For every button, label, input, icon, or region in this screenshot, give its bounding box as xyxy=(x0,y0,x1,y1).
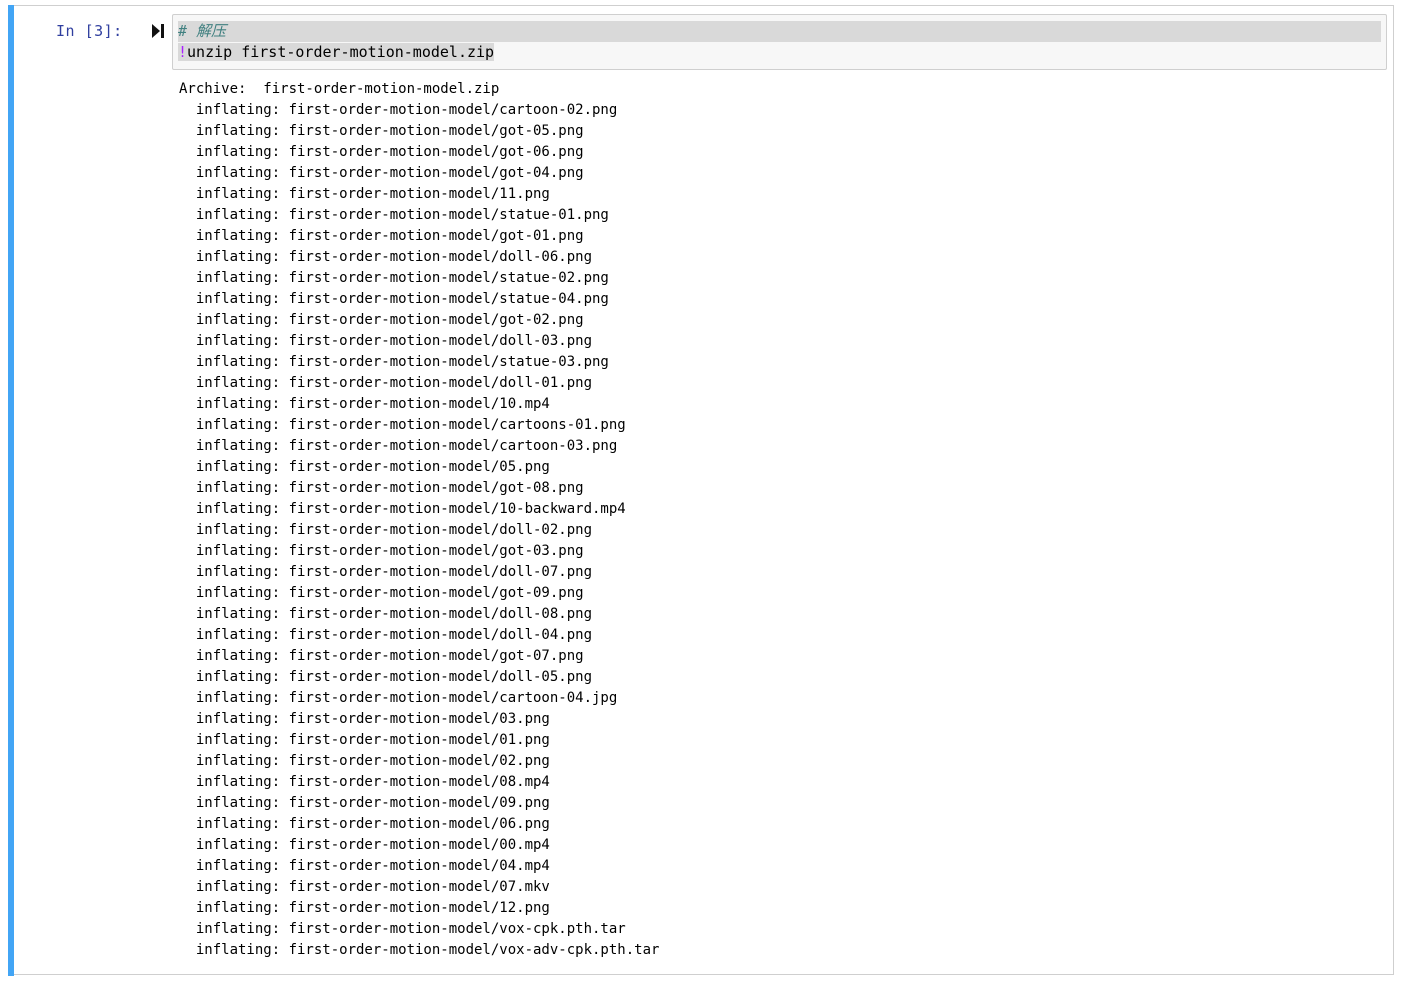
output-line: inflating: first-order-motion-model/04.m… xyxy=(179,858,550,874)
output-line: inflating: first-order-motion-model/got-… xyxy=(179,480,584,496)
cell-selection-bar xyxy=(8,5,14,976)
output-line: inflating: first-order-motion-model/doll… xyxy=(179,564,593,580)
output-line: inflating: first-order-motion-model/got-… xyxy=(179,543,584,559)
output-line: inflating: first-order-motion-model/stat… xyxy=(179,291,609,307)
output-line: inflating: first-order-motion-model/09.p… xyxy=(179,795,550,811)
output-line: inflating: first-order-motion-model/05.p… xyxy=(179,459,550,475)
output-line: inflating: first-order-motion-model/vox-… xyxy=(179,942,660,958)
output-line: Archive: first-order-motion-model.zip xyxy=(179,81,500,97)
output-line: inflating: first-order-motion-model/got-… xyxy=(179,648,584,664)
output-line: inflating: first-order-motion-model/02.p… xyxy=(179,753,550,769)
output-line: inflating: first-order-motion-model/cart… xyxy=(179,417,626,433)
output-line: inflating: first-order-motion-model/cart… xyxy=(179,102,618,118)
output-line: inflating: first-order-motion-model/stat… xyxy=(179,270,609,286)
output-line: inflating: first-order-motion-model/got-… xyxy=(179,123,584,139)
output-line: inflating: first-order-motion-model/10.m… xyxy=(179,396,550,412)
output-line: inflating: first-order-motion-model/00.m… xyxy=(179,837,550,853)
output-line: inflating: first-order-motion-model/got-… xyxy=(179,312,584,328)
output-line: inflating: first-order-motion-model/cart… xyxy=(179,438,618,454)
code-comment-line: # 解压 xyxy=(178,21,1381,42)
output-line: inflating: first-order-motion-model/doll… xyxy=(179,249,593,265)
shell-command: unzip first-order-motion-model.zip xyxy=(187,43,495,61)
output-line: inflating: first-order-motion-model/stat… xyxy=(179,207,609,223)
output-line: inflating: first-order-motion-model/10-b… xyxy=(179,501,626,517)
output-line: inflating: first-order-motion-model/06.p… xyxy=(179,816,550,832)
output-line: inflating: first-order-motion-model/01.p… xyxy=(179,732,550,748)
output-line: inflating: first-order-motion-model/07.m… xyxy=(179,879,550,895)
output-line: inflating: first-order-motion-model/12.p… xyxy=(179,900,550,916)
shell-bang: ! xyxy=(178,43,188,61)
output-line: inflating: first-order-motion-model/got-… xyxy=(179,228,584,244)
input-prompt: In [3]: xyxy=(56,22,123,40)
output-line: inflating: first-order-motion-model/doll… xyxy=(179,333,593,349)
run-cell-icon xyxy=(152,24,164,38)
output-line: inflating: first-order-motion-model/got-… xyxy=(179,165,584,181)
output-line: inflating: first-order-motion-model/doll… xyxy=(179,522,593,538)
output-line: inflating: first-order-motion-model/11.p… xyxy=(179,186,550,202)
output-line: inflating: first-order-motion-model/doll… xyxy=(179,669,593,685)
output-line: inflating: first-order-motion-model/got-… xyxy=(179,144,584,160)
output-line: inflating: first-order-motion-model/stat… xyxy=(179,354,609,370)
output-line: inflating: first-order-motion-model/doll… xyxy=(179,627,593,643)
run-cell-button[interactable] xyxy=(150,22,166,40)
output-line: inflating: first-order-motion-model/doll… xyxy=(179,606,593,622)
output-line: inflating: first-order-motion-model/cart… xyxy=(179,690,618,706)
code-command-line: !unzip first-order-motion-model.zip xyxy=(178,42,495,63)
output-line: inflating: first-order-motion-model/got-… xyxy=(179,585,584,601)
cell-output: Archive: first-order-motion-model.zip in… xyxy=(179,79,1379,961)
output-line: inflating: first-order-motion-model/doll… xyxy=(179,375,593,391)
output-line: inflating: first-order-motion-model/vox-… xyxy=(179,921,626,937)
code-input-area[interactable]: # 解压 !unzip first-order-motion-model.zip xyxy=(172,14,1387,70)
output-line: inflating: first-order-motion-model/03.p… xyxy=(179,711,550,727)
output-line: inflating: first-order-motion-model/08.m… xyxy=(179,774,550,790)
